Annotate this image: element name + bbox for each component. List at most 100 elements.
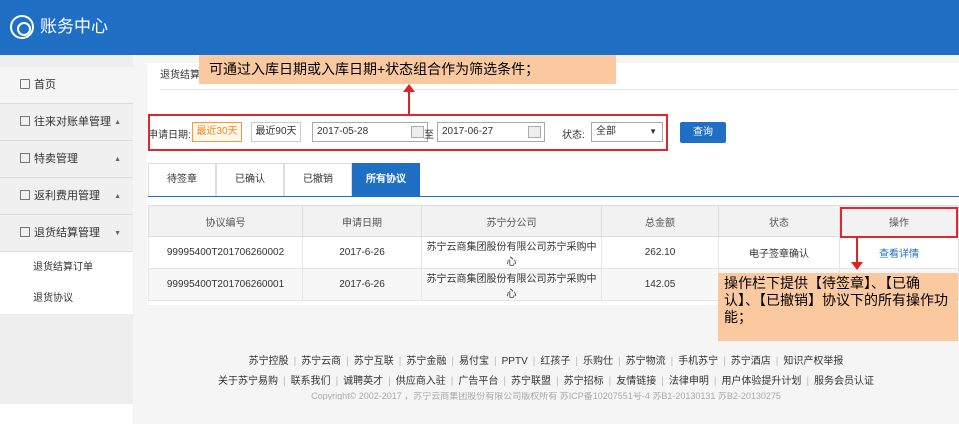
- footer-link[interactable]: 苏宁控股: [249, 356, 289, 367]
- query-button[interactable]: 查询: [680, 122, 726, 143]
- footer-link[interactable]: 广告平台: [458, 376, 498, 387]
- chevron-up-icon: ▲: [114, 156, 121, 163]
- cell-agreement-no: 99995400T201706260002: [148, 236, 303, 269]
- chevron-down-icon: ▼: [114, 230, 121, 237]
- footer-link[interactable]: 苏宁云商: [301, 356, 341, 367]
- grid-icon: [20, 227, 30, 237]
- operation-annotation: 操作栏下提供【待签章】、【已确认】、【已撤销】协议下的所有操作功能；: [718, 273, 958, 341]
- footer-link[interactable]: 红孩子: [540, 356, 570, 367]
- tab-confirmed[interactable]: 已确认: [216, 163, 284, 196]
- footer-separator: |: [532, 356, 536, 367]
- cell-status: 电子签章确认: [718, 236, 840, 269]
- col-apply-date: 申请日期: [302, 205, 422, 237]
- footer-link[interactable]: 用户体验提升计划: [721, 376, 801, 387]
- footer-separator: |: [661, 376, 664, 387]
- sidebar-item-reconciliation[interactable]: 往来对账单管理 ▲: [0, 104, 133, 141]
- header-title: 账务中心: [40, 17, 108, 36]
- footer-link[interactable]: 法律申明: [669, 376, 709, 387]
- col-branch: 苏宁分公司: [421, 205, 602, 237]
- grid-icon: [20, 190, 30, 200]
- footer-link[interactable]: 苏宁酒店: [731, 356, 771, 367]
- cell-agreement-no: 99995400T201706260001: [148, 268, 303, 301]
- footer-link[interactable]: 苏宁联盟: [511, 376, 551, 387]
- sidebar: 首页 往来对账单管理 ▲ 特卖管理 ▲ 返利费用管理 ▲ 退货结算管理 ▼ 退货…: [0, 55, 133, 424]
- sidebar-item-rebate[interactable]: 返利费用管理 ▲: [0, 178, 133, 215]
- tab-revoked[interactable]: 已撤销: [284, 163, 352, 196]
- footer-separator: |: [556, 376, 559, 387]
- sidebar-spacer: [0, 55, 133, 67]
- footer-link[interactable]: 服务会员认证: [814, 376, 874, 387]
- col-status: 状态: [718, 205, 840, 237]
- footer-separator: |: [450, 376, 454, 387]
- footer-link[interactable]: 关于苏宁易购: [218, 376, 278, 387]
- col-total-amount: 总金额: [601, 205, 719, 237]
- footer-copyright: Copyright© 2002-2017 ，苏宁云商集团股份有限公司版权所有 苏…: [311, 392, 781, 400]
- footer-link[interactable]: 苏宁金融: [406, 356, 446, 367]
- sidebar-item-return-settlement[interactable]: 退货结算管理 ▼: [0, 215, 133, 252]
- footer-separator: |: [388, 376, 391, 387]
- footer-separator: |: [617, 356, 621, 367]
- home-icon: [20, 79, 30, 89]
- filter-highlight-box: [148, 114, 668, 151]
- app-header: 账务中心: [0, 0, 959, 55]
- col-agreement-no: 协议编号: [148, 205, 303, 237]
- table-row: 99995400T201706260002 2017-6-26 苏宁云商集团股份…: [148, 236, 959, 269]
- sidebar-subitem-return-agreements[interactable]: 退货协议: [0, 283, 133, 314]
- sidebar-item-flash-sale[interactable]: 特卖管理 ▲: [0, 141, 133, 178]
- arrow-up-icon: [403, 84, 415, 114]
- footer-link[interactable]: 易付宝: [459, 356, 489, 367]
- cell-apply-date: 2017-6-26: [302, 236, 422, 269]
- footer-link[interactable]: 苏宁物流: [626, 356, 666, 367]
- footer-link[interactable]: PPTV: [502, 356, 528, 367]
- footer-link[interactable]: 乐购仕: [583, 356, 613, 367]
- footer-link[interactable]: 苏宁招标: [564, 376, 604, 387]
- footer-links-row-1: 苏宁控股 | 苏宁云商 | 苏宁互联 | 苏宁金融 | 易付宝 | PPTV | 红孩子 | 乐购仕 | 苏宁物…: [133, 352, 959, 372]
- footer-link[interactable]: 知识产权举报: [783, 356, 843, 367]
- chevron-up-icon: ▲: [114, 119, 121, 126]
- grid-icon: [20, 116, 30, 126]
- footer-link[interactable]: 诚聘英才: [343, 376, 383, 387]
- footer-separator: |: [451, 356, 455, 367]
- footer-separator: |: [398, 356, 402, 367]
- arrow-down-icon: [851, 238, 863, 270]
- footer-separator: |: [575, 356, 578, 367]
- page-footer: 苏宁控股 | 苏宁云商 | 苏宁互联 | 苏宁金融 | 易付宝 | PPTV | 红孩子 | 乐购仕 | 苏宁物…: [133, 352, 959, 400]
- footer-link[interactable]: 供应商入驻: [396, 376, 446, 387]
- footer-separator: |: [494, 356, 497, 367]
- sidebar-item-label: 往来对账单管理: [34, 116, 111, 128]
- footer-link[interactable]: 联系我们: [291, 376, 331, 387]
- footer-separator: |: [723, 356, 726, 367]
- cell-total-amount: 262.10: [601, 236, 719, 269]
- footer-separator: |: [713, 376, 717, 387]
- view-details-link[interactable]: 查看详情: [879, 249, 919, 260]
- grid-icon: [20, 153, 30, 163]
- filter-annotation: 可通过入库日期或入库日期+状态组合作为筛选条件；: [199, 55, 616, 84]
- cell-branch: 苏宁云商集团股份有限公司苏宁采购中心: [421, 268, 602, 301]
- tab-pending-signature[interactable]: 待签章: [148, 163, 216, 196]
- suning-logo-icon: [10, 15, 34, 39]
- sidebar-item-label: 退货结算管理: [34, 227, 100, 239]
- footer-link[interactable]: 友情链接: [616, 376, 656, 387]
- sidebar-filler: [0, 314, 133, 404]
- footer-separator: |: [282, 376, 286, 387]
- agreement-tabs: 待签章 已确认 已撤销 所有协议: [148, 163, 959, 197]
- sidebar-item-label: 特卖管理: [34, 153, 78, 165]
- footer-separator: |: [503, 376, 506, 387]
- sidebar-subitem-return-orders[interactable]: 退货结算订单: [0, 252, 133, 283]
- chevron-up-icon: ▲: [114, 193, 121, 200]
- cell-total-amount: 142.05: [601, 268, 719, 301]
- footer-links-row-2: 关于苏宁易购 | 联系我们 | 诚聘英才 | 供应商入驻 | 广告平台 | 苏宁联盟 | 苏宁招标 | 友情…: [133, 372, 959, 392]
- footer-link[interactable]: 手机苏宁: [678, 356, 718, 367]
- sidebar-item-label: 返利费用管理: [34, 190, 100, 202]
- footer-separator: |: [293, 356, 297, 367]
- footer-separator: |: [670, 356, 674, 367]
- cell-branch: 苏宁云商集团股份有限公司苏宁采购中心: [421, 236, 602, 269]
- footer-separator: |: [346, 356, 349, 367]
- footer-separator: |: [608, 376, 612, 387]
- footer-separator: |: [775, 356, 779, 367]
- tab-all-agreements[interactable]: 所有协议: [352, 163, 420, 196]
- cell-apply-date: 2017-6-26: [302, 268, 422, 301]
- footer-link[interactable]: 苏宁互联: [354, 356, 394, 367]
- sidebar-item-label: 首页: [34, 79, 56, 91]
- sidebar-item-home[interactable]: 首页: [0, 67, 133, 104]
